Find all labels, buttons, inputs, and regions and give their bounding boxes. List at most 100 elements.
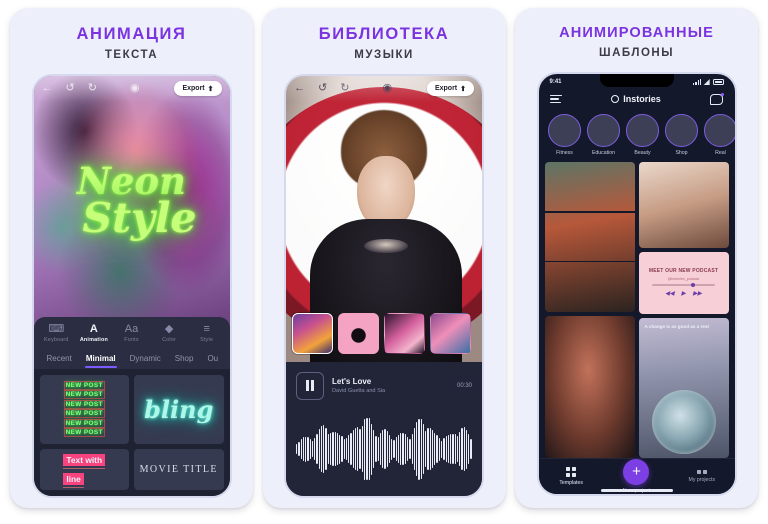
undo-icon[interactable]: ↺ xyxy=(66,83,75,94)
tool-label: Fonts xyxy=(124,336,139,343)
bling-text: bling xyxy=(144,394,214,424)
story-item-beauty[interactable]: Beauty xyxy=(625,113,660,156)
export-upload-icon: ⬆ xyxy=(207,85,214,93)
new-post-text: NEW POST xyxy=(63,428,106,438)
tool-label: Color xyxy=(162,336,177,343)
status-icons: ◢ xyxy=(692,78,724,86)
status-time: 9:41 xyxy=(549,79,562,86)
template-card-portrait[interactable] xyxy=(544,315,635,458)
panel-music-library: БИБЛИОТЕКА МУЗЫКИ ← ↺ ↻ ◉ Export ⬆ Let's… xyxy=(262,8,506,508)
avatar xyxy=(703,113,735,147)
twl-line-1: Text with xyxy=(63,454,106,469)
panel-animated-templates: АНИМИРОВАННЫЕ ШАБЛОНЫ 9:41 ◢ Instories F… xyxy=(515,8,758,508)
story-label: Real xyxy=(715,149,726,156)
waveform[interactable] xyxy=(296,411,472,488)
logo-ring-icon xyxy=(611,95,620,104)
play-icon[interactable]: ▶ xyxy=(681,291,686,297)
story-item-real[interactable]: Real xyxy=(703,113,735,156)
canvas-photo xyxy=(33,75,230,328)
story-label: Shop xyxy=(675,149,688,156)
new-post-text: NEW POST xyxy=(63,390,106,400)
template-card-photo[interactable] xyxy=(638,161,729,248)
new-project-fab[interactable]: + xyxy=(623,458,650,485)
preview-eye-icon[interactable]: ◉ xyxy=(130,83,140,94)
panel-subtitle: ШАБЛОНЫ xyxy=(599,46,674,59)
prev-icon[interactable]: ◀◀ xyxy=(665,291,674,297)
track-artist: David Guetta and Sia xyxy=(332,388,386,394)
tab-shop[interactable]: Shop xyxy=(168,349,201,369)
panel-title: АНИМАЦИЯ xyxy=(76,25,187,43)
export-button[interactable]: Export ⬆ xyxy=(426,81,474,96)
panel-title: АНИМИРОВАННЫЕ xyxy=(559,25,714,41)
movie-title-text: MOVIE TITLE xyxy=(139,463,218,475)
animation-icon: A xyxy=(89,322,98,335)
redo-icon[interactable]: ↻ xyxy=(88,83,97,94)
tab-templates[interactable]: Templates xyxy=(544,466,598,486)
template-card-quote[interactable]: A change is as good as a rest xyxy=(638,317,729,458)
tool-keyboard[interactable]: ⌨ Keyboard xyxy=(38,323,76,343)
back-icon[interactable]: ← xyxy=(294,83,305,94)
export-label: Export xyxy=(182,85,205,92)
story-item-fitness[interactable]: Fitness xyxy=(547,113,582,156)
album-thumb[interactable] xyxy=(384,312,425,354)
color-drop-icon: ◆ xyxy=(164,322,174,335)
feed-column-right: MEET OUR NEW PODCAST @instories_podcast … xyxy=(638,161,729,458)
template-feed: MEET OUR NEW PODCAST @instories_podcast … xyxy=(539,159,735,458)
wifi-icon: ◢ xyxy=(704,78,710,86)
back-icon[interactable]: ← xyxy=(42,83,53,94)
podcast-controls: ◀◀ ▶ ▶▶ xyxy=(665,291,702,297)
template-tile-new-post[interactable]: NEW POST NEW POST NEW POST NEW POST NEW … xyxy=(39,374,129,444)
podcast-progress[interactable] xyxy=(651,282,716,289)
podcast-subtitle: @instories_podcast xyxy=(667,277,700,282)
redo-icon[interactable]: ↻ xyxy=(340,83,349,94)
tool-animation[interactable]: A Animation xyxy=(75,323,113,343)
tab-label: Templates xyxy=(559,479,583,486)
pause-button[interactable] xyxy=(296,371,324,400)
template-tile-text-with-line[interactable]: Text with line xyxy=(39,448,129,490)
tab-recent[interactable]: Recent xyxy=(40,349,79,369)
panel-subtitle: ТЕКСТА xyxy=(104,48,159,61)
tool-label: Keyboard xyxy=(43,336,69,343)
undo-icon[interactable]: ↺ xyxy=(318,83,327,94)
hamburger-icon[interactable] xyxy=(549,94,562,104)
new-post-text: NEW POST xyxy=(63,409,106,419)
template-tile-movie-title[interactable]: MOVIE TITLE xyxy=(134,448,224,490)
template-card-podcast[interactable]: MEET OUR NEW PODCAST @instories_podcast … xyxy=(638,251,729,314)
album-thumb[interactable] xyxy=(338,312,379,354)
tab-my-projects[interactable]: My projects xyxy=(675,469,729,483)
tool-label: Animation xyxy=(79,336,108,343)
app-header: Instories xyxy=(539,87,735,110)
panel-title: БИБЛИОТЕКА xyxy=(318,25,450,43)
export-button[interactable]: Export ⬆ xyxy=(174,81,222,96)
app-brand: Instories xyxy=(611,94,661,104)
tab-label: My projects xyxy=(688,476,716,483)
new-post-text: NEW POST xyxy=(63,418,106,428)
battery-icon xyxy=(712,79,724,85)
feed-column-left xyxy=(544,161,635,458)
tool-fonts[interactable]: Aa Fonts xyxy=(113,323,151,343)
album-thumb[interactable] xyxy=(292,312,333,354)
template-tile-bling[interactable]: bling xyxy=(134,374,224,444)
style-lines-icon: ≡ xyxy=(203,322,210,335)
grid-icon xyxy=(544,466,598,477)
notch xyxy=(599,73,674,87)
editor-toolbar: ⌨ Keyboard A Animation Aa Fonts ◆ Color … xyxy=(33,316,230,347)
preview-eye-icon[interactable]: ◉ xyxy=(382,83,392,94)
story-item-shop[interactable]: Shop xyxy=(664,113,699,156)
story-label: Fitness xyxy=(556,149,573,156)
panel-text-animation: АНИМАЦИЯ ТЕКСТА Neon Style ← ↺ ↻ ◉ Expor… xyxy=(10,8,253,508)
phone-mockup-2: ← ↺ ↻ ◉ Export ⬆ Let's Love David Guetta… xyxy=(284,73,484,498)
tool-style[interactable]: ≡ Style xyxy=(188,323,226,343)
album-thumb[interactable] xyxy=(430,312,471,354)
story-item-education[interactable]: Education xyxy=(586,113,621,156)
template-card-stripes[interactable] xyxy=(544,161,635,312)
tab-dynamic[interactable]: Dynamic xyxy=(123,349,168,369)
screenshot-root: АНИМАЦИЯ ТЕКСТА Neon Style ← ↺ ↻ ◉ Expor… xyxy=(0,0,768,524)
editor-topbar: ← ↺ ↻ ◉ Export ⬆ xyxy=(286,75,482,102)
tool-color[interactable]: ◆ Color xyxy=(150,323,188,343)
projects-icon xyxy=(675,469,729,474)
tab-outline[interactable]: Ou xyxy=(200,349,225,369)
next-icon[interactable]: ▶▶ xyxy=(693,291,702,297)
tab-minimal[interactable]: Minimal xyxy=(79,349,123,369)
chat-icon[interactable] xyxy=(710,92,725,105)
